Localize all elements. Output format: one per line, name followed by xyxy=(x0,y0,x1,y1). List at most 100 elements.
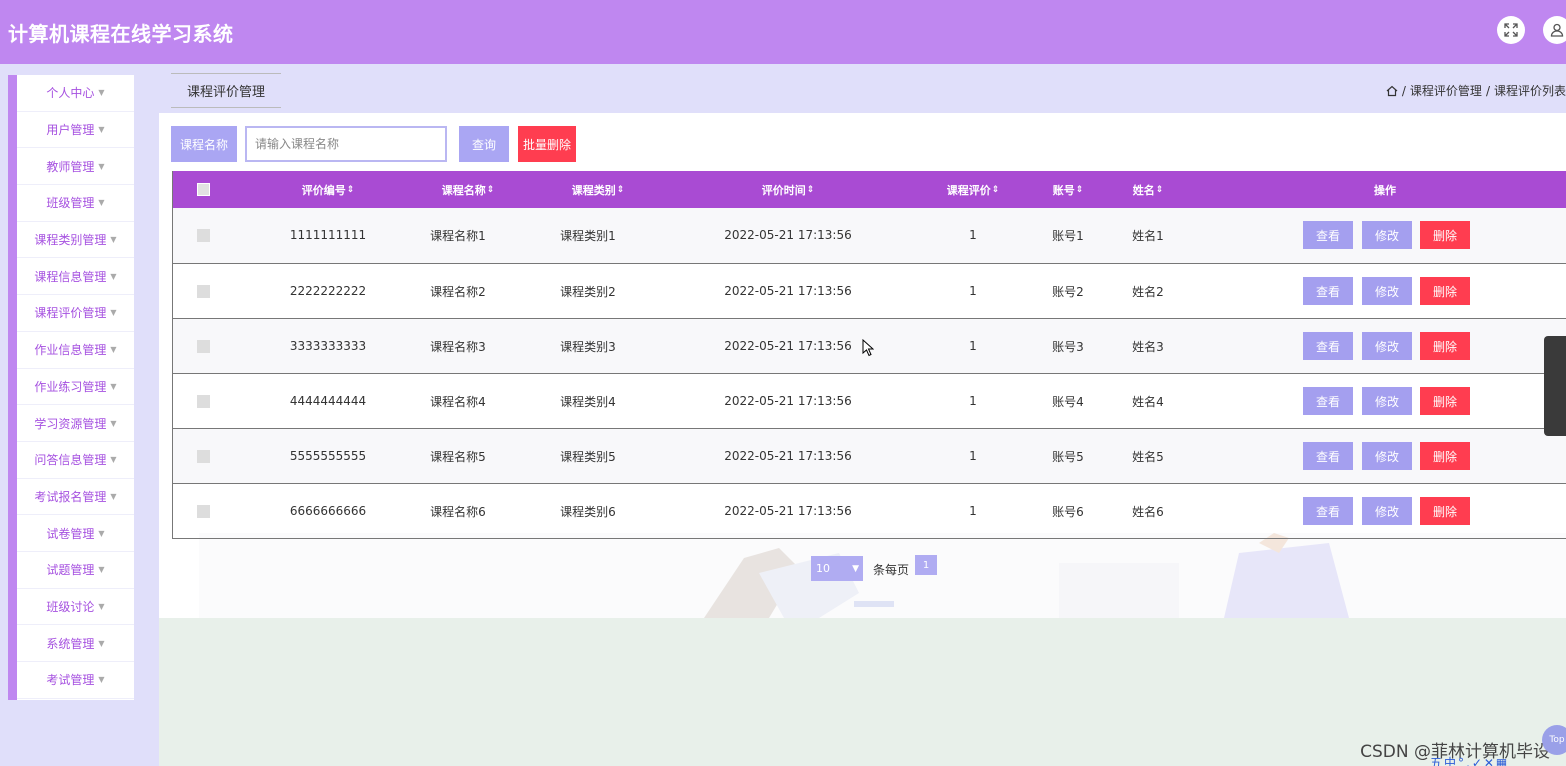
cell-rating: 1 xyxy=(969,449,977,463)
sidebar-item-teacher-management[interactable]: 教师管理 ▼ xyxy=(17,148,134,186)
cell-course-name: 课程名称2 xyxy=(430,284,486,299)
sidebar-item-course-info[interactable]: 课程信息管理 ▼ xyxy=(17,258,134,296)
sidebar-item-exam-registration[interactable]: 考试报名管理 ▼ xyxy=(17,479,134,516)
delete-button[interactable]: 删除 xyxy=(1420,387,1470,415)
row-checkbox[interactable] xyxy=(195,374,211,428)
caret-down-icon: ▼ xyxy=(98,565,105,575)
breadcrumb: / 课程评价管理 / 课程评价列表 xyxy=(1386,82,1566,99)
cell-name: 姓名3 xyxy=(1132,339,1164,354)
back-to-top-button[interactable]: Top xyxy=(1542,725,1566,755)
delete-button[interactable]: 删除 xyxy=(1420,221,1470,249)
breadcrumb-item[interactable]: 课程评价管理 xyxy=(1410,82,1482,99)
sidebar-item-course-evaluation[interactable]: 课程评价管理 ▼ xyxy=(17,295,134,332)
edit-button[interactable]: 修改 xyxy=(1362,221,1412,249)
sidebar-item-course-category[interactable]: 课程类别管理 ▼ xyxy=(17,222,134,259)
delete-button[interactable]: 删除 xyxy=(1420,332,1470,360)
sidebar-item-homework-practice[interactable]: 作业练习管理 ▼ xyxy=(17,369,134,406)
table-row: 5555555555 课程名称5 课程类别5 2022-05-21 17:13:… xyxy=(173,428,1566,483)
edit-button[interactable]: 修改 xyxy=(1362,332,1412,360)
cell-account: 账号4 xyxy=(1052,394,1084,409)
cell-rating: 1 xyxy=(969,228,977,242)
caret-down-icon: ▼ xyxy=(110,381,117,391)
sort-icon: ⇕ xyxy=(1075,184,1084,195)
sidebar-item-learning-resources[interactable]: 学习资源管理 ▼ xyxy=(17,405,134,442)
view-button[interactable]: 查看 xyxy=(1303,277,1353,305)
sidebar-item-user-management[interactable]: 用户管理 ▼ xyxy=(17,112,134,149)
caret-down-icon: ▼ xyxy=(98,125,105,135)
sidebar-item-question-management[interactable]: 试题管理 ▼ xyxy=(17,552,134,589)
cell-name: 姓名1 xyxy=(1132,228,1164,243)
cell-rating: 1 xyxy=(969,284,977,298)
view-button[interactable]: 查看 xyxy=(1303,442,1353,470)
cell-eval-time: 2022-05-21 17:13:56 xyxy=(724,339,852,353)
edit-button[interactable]: 修改 xyxy=(1362,442,1412,470)
cell-course-name: 课程名称3 xyxy=(430,339,486,354)
cell-course-category: 课程类别6 xyxy=(560,504,616,519)
cell-eval-time: 2022-05-21 17:13:56 xyxy=(724,504,852,518)
view-button[interactable]: 查看 xyxy=(1303,497,1353,525)
select-all-checkbox[interactable] xyxy=(195,171,211,208)
footer-area xyxy=(159,618,1566,766)
col-name[interactable]: 姓名 ⇕ xyxy=(1113,171,1183,208)
sidebar-item-exam-management[interactable]: 考试管理 ▼ xyxy=(17,662,134,699)
batch-delete-button[interactable]: 批量删除 xyxy=(518,126,576,162)
edit-button[interactable]: 修改 xyxy=(1362,497,1412,525)
sort-icon: ⇕ xyxy=(991,184,1000,195)
col-account[interactable]: 账号 ⇕ xyxy=(1033,171,1103,208)
col-eval-id[interactable]: 评价编号 ⇕ xyxy=(253,171,403,208)
caret-down-icon: ▼ xyxy=(110,418,117,428)
delete-button[interactable]: 删除 xyxy=(1420,497,1470,525)
caret-down-icon: ▼ xyxy=(98,675,105,685)
fullscreen-icon[interactable] xyxy=(1497,16,1525,44)
cell-account: 账号2 xyxy=(1052,284,1084,299)
side-drawer-handle[interactable] xyxy=(1544,336,1566,436)
view-button[interactable]: 查看 xyxy=(1303,332,1353,360)
cell-course-category: 课程类别3 xyxy=(560,339,616,354)
delete-button[interactable]: 删除 xyxy=(1420,442,1470,470)
caret-down-icon: ▼ xyxy=(110,345,117,355)
edit-button[interactable]: 修改 xyxy=(1362,387,1412,415)
col-course-name[interactable]: 课程名称 ⇕ xyxy=(413,171,523,208)
col-eval-time[interactable]: 评价时间 ⇕ xyxy=(703,171,873,208)
user-icon[interactable] xyxy=(1543,16,1566,44)
delete-button[interactable]: 删除 xyxy=(1420,277,1470,305)
main-content: 课程名称 查询 批量删除 评价编号⇕ 课程名称⇕ 课程类别⇕ 评价时间⇕ 课程评… xyxy=(159,113,1566,618)
sidebar-item-class-management[interactable]: 班级管理 ▼ xyxy=(17,185,134,222)
page-size-select[interactable]: 10 ▼ xyxy=(811,556,863,581)
row-checkbox[interactable] xyxy=(195,264,211,318)
sidebar-item-system-management[interactable]: 系统管理 ▼ xyxy=(17,625,134,662)
cell-eval-time: 2022-05-21 17:13:56 xyxy=(724,394,852,408)
row-checkbox[interactable] xyxy=(195,319,211,373)
caret-down-icon: ▼ xyxy=(98,88,105,98)
col-course-category[interactable]: 课程类别 ⇕ xyxy=(543,171,653,208)
edit-button[interactable]: 修改 xyxy=(1362,277,1412,305)
sidebar-item-exam-paper[interactable]: 试卷管理 ▼ xyxy=(17,515,134,552)
cell-rating: 1 xyxy=(969,504,977,518)
cell-name: 姓名4 xyxy=(1132,394,1164,409)
view-button[interactable]: 查看 xyxy=(1303,387,1353,415)
col-course-rating[interactable]: 课程评价 ⇕ xyxy=(913,171,1033,208)
caret-down-icon: ▼ xyxy=(98,601,105,611)
row-checkbox[interactable] xyxy=(195,484,211,538)
course-name-search-input[interactable] xyxy=(245,126,447,162)
sidebar-item-qa-info[interactable]: 问答信息管理 ▼ xyxy=(17,442,134,479)
caret-down-icon: ▼ xyxy=(98,528,105,538)
sort-icon: ⇕ xyxy=(806,184,815,195)
top-header: 计算机课程在线学习系统 xyxy=(0,0,1566,64)
sidebar-item-homework-info[interactable]: 作业信息管理 ▼ xyxy=(17,332,134,369)
query-button[interactable]: 查询 xyxy=(459,126,509,162)
page-number-button[interactable]: 1 xyxy=(915,555,937,575)
cell-course-name: 课程名称5 xyxy=(430,449,486,464)
sort-icon: ⇕ xyxy=(1155,184,1164,195)
row-checkbox[interactable] xyxy=(195,429,211,483)
sort-icon: ⇕ xyxy=(486,184,495,195)
breadcrumb-separator: / xyxy=(1485,83,1490,98)
sidebar-item-class-discussion[interactable]: 班级讨论 ▼ xyxy=(17,589,134,626)
sidebar-item-personal-center[interactable]: 个人中心 ▼ xyxy=(17,75,134,112)
row-checkbox[interactable] xyxy=(195,208,211,262)
view-button[interactable]: 查看 xyxy=(1303,221,1353,249)
tab-course-evaluation[interactable]: 课程评价管理 xyxy=(171,73,281,108)
caret-down-icon: ▼ xyxy=(98,638,105,648)
home-icon[interactable] xyxy=(1386,85,1398,97)
cell-eval-id: 3333333333 xyxy=(289,339,367,353)
